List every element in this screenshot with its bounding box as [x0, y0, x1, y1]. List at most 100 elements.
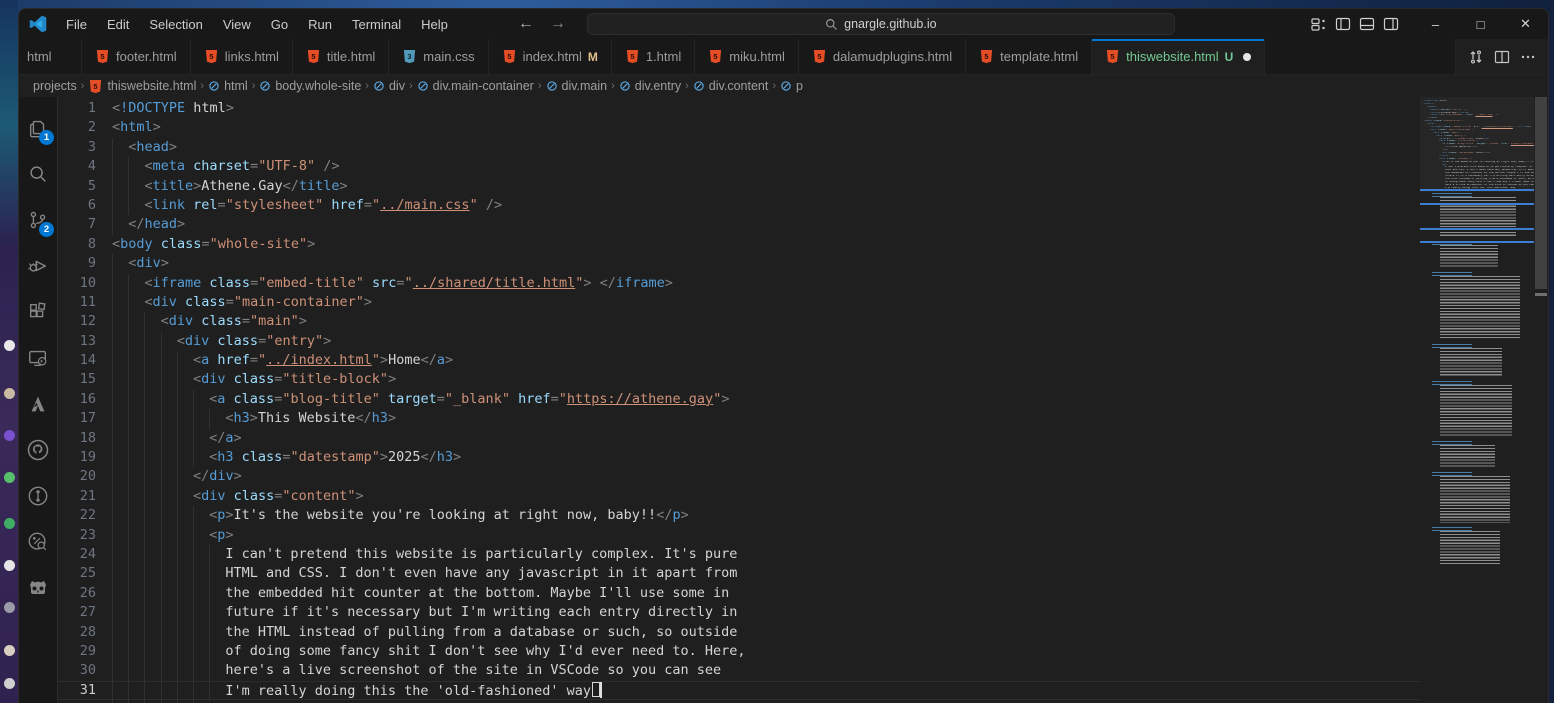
nav-forward-button[interactable]: → — [545, 15, 571, 33]
nav-back-button[interactable]: ← — [513, 15, 539, 33]
activity-extensions-icon[interactable] — [19, 289, 57, 335]
code-line-16[interactable]: 16<a class="blog-title" target="_blank" … — [58, 390, 1420, 409]
tab-title-html[interactable]: 5title.html — [293, 39, 389, 74]
code-line-28[interactable]: 28the HTML instead of pulling from a dat… — [58, 623, 1420, 642]
code-line-26[interactable]: 26the embedded hit counter at the bottom… — [58, 584, 1420, 603]
tab-template-html[interactable]: 5template.html — [966, 39, 1092, 74]
minimap-viewport[interactable] — [1420, 97, 1534, 192]
code-line-15[interactable]: 15<div class="title-block"> — [58, 370, 1420, 389]
breadcrumb-symbol-html[interactable]: html — [208, 79, 248, 93]
command-center-search[interactable]: gnargle.github.io — [587, 13, 1175, 35]
activity-azure-icon[interactable] — [19, 381, 57, 427]
menu-edit[interactable]: Edit — [98, 13, 138, 36]
tab-html[interactable]: html — [19, 39, 82, 74]
menu-terminal[interactable]: Terminal — [343, 13, 410, 36]
code-line-6[interactable]: 6<link rel="stylesheet" href="../main.cs… — [58, 196, 1420, 215]
open-changes-icon[interactable] — [1468, 49, 1484, 65]
tab-thiswebsite-html[interactable]: 5thiswebsite.htmlU — [1092, 39, 1265, 74]
code-line-24[interactable]: 24I can't pretend this website is partic… — [58, 545, 1420, 564]
code-line-23[interactable]: 23<p> — [58, 526, 1420, 545]
code-line-25[interactable]: 25HTML and CSS. I don't even have any ja… — [58, 564, 1420, 583]
code-line-29[interactable]: 29of doing some fancy shit I don't see w… — [58, 642, 1420, 661]
toggle-secondary-sidebar-icon[interactable] — [1383, 16, 1399, 32]
breadcrumb-file[interactable]: 5thiswebsite.html — [88, 79, 196, 94]
code-line-10[interactable]: 10<iframe class="embed-title" src="../sh… — [58, 274, 1420, 293]
activity-source-control-icon[interactable]: 2 — [19, 197, 57, 243]
menu-file[interactable]: File — [57, 13, 96, 36]
code-line-4[interactable]: 4<meta charset="UTF-8" /> — [58, 157, 1420, 176]
split-editor-icon[interactable] — [1494, 49, 1510, 65]
breadcrumb-separator: › — [251, 80, 257, 92]
breadcrumb-symbol-div-main-container[interactable]: div.main-container — [417, 79, 534, 93]
svg-text:5: 5 — [94, 81, 98, 90]
scrollbar-thumb[interactable] — [1535, 97, 1547, 289]
activity-remote-explorer-icon[interactable] — [19, 335, 57, 381]
code-line-5[interactable]: 5<title>Athene.Gay</title> — [58, 177, 1420, 196]
vscode-logo-icon — [29, 15, 47, 33]
code-line-18[interactable]: 18</a> — [58, 429, 1420, 448]
code-line-11[interactable]: 11<div class="main-container"> — [58, 293, 1420, 312]
menu-help[interactable]: Help — [412, 13, 457, 36]
customize-layout-icon[interactable] — [1311, 16, 1327, 32]
menu-go[interactable]: Go — [262, 13, 297, 36]
toggle-primary-sidebar-icon[interactable] — [1335, 16, 1351, 32]
code-line-3[interactable]: 3<head> — [58, 138, 1420, 157]
breadcrumb-symbol-div[interactable]: div — [373, 79, 405, 93]
menu-selection[interactable]: Selection — [140, 13, 211, 36]
code-line-22[interactable]: 22<p>It's the website you're looking at … — [58, 506, 1420, 525]
toggle-panel-icon[interactable] — [1359, 16, 1375, 32]
activity-github-icon[interactable] — [19, 427, 57, 473]
activity-gitlens-icon[interactable] — [19, 473, 57, 519]
tab-main-css[interactable]: 3main.css — [389, 39, 488, 74]
code-editor[interactable]: 1<!DOCTYPE html>2<html>3<head>4<meta cha… — [58, 97, 1420, 703]
menu-view[interactable]: View — [214, 13, 260, 36]
breadcrumb-symbol-div-main[interactable]: div.main — [546, 79, 608, 93]
code-line-19[interactable]: 19<h3 class="datestamp">2025</h3> — [58, 448, 1420, 467]
breadcrumb-symbol-p[interactable]: p — [780, 79, 803, 93]
svg-text:5: 5 — [100, 52, 104, 61]
unsaved-dot-icon[interactable] — [1243, 53, 1251, 61]
code-line-1[interactable]: 1<!DOCTYPE html> — [58, 99, 1420, 118]
tab-links-html[interactable]: 5links.html — [191, 39, 293, 74]
breadcrumb-symbol-body-whole-site[interactable]: body.whole-site — [259, 79, 361, 93]
maximize-button[interactable]: □ — [1458, 9, 1503, 39]
tab-index-html[interactable]: 5index.htmlM — [489, 39, 612, 74]
code-line-9[interactable]: 9<div> — [58, 254, 1420, 273]
code-line-13[interactable]: 13<div class="entry"> — [58, 332, 1420, 351]
breadcrumb-separator: › — [408, 80, 414, 92]
tab-footer-html[interactable]: 5footer.html — [82, 39, 191, 74]
code-line-20[interactable]: 20</div> — [58, 467, 1420, 486]
code-line-2[interactable]: 2<html> — [58, 118, 1420, 137]
activity-search-icon[interactable] — [19, 151, 57, 197]
code-line-21[interactable]: 21<div class="content"> — [58, 487, 1420, 506]
code-line-12[interactable]: 12<div class="main"> — [58, 312, 1420, 331]
activity-godot-tools-icon[interactable] — [19, 565, 57, 611]
menu-run[interactable]: Run — [299, 13, 341, 36]
close-button[interactable]: ✕ — [1503, 9, 1548, 39]
code-line-7[interactable]: 7</head> — [58, 215, 1420, 234]
activity-gitlens-inspect-icon[interactable] — [19, 519, 57, 565]
vertical-scrollbar[interactable] — [1534, 97, 1548, 703]
html-file-icon: 5 — [708, 49, 723, 64]
tab-1-html[interactable]: 51.html — [612, 39, 695, 74]
code-line-30[interactable]: 30here's a live screenshot of the site i… — [58, 661, 1420, 680]
code-line-8[interactable]: 8<body class="whole-site"> — [58, 235, 1420, 254]
minimize-button[interactable]: – — [1413, 9, 1458, 39]
breadcrumb-folder[interactable]: projects — [33, 79, 77, 93]
activity-explorer-icon[interactable]: 1 — [19, 105, 57, 151]
tab-miku-html[interactable]: 5miku.html — [695, 39, 799, 74]
minimap[interactable]: <!DOCTYPE html><html><head><meta charset… — [1420, 97, 1534, 703]
tab-dalamudplugins-html[interactable]: 5dalamudplugins.html — [799, 39, 966, 74]
breadcrumb-symbol-div-entry[interactable]: div.entry — [619, 79, 681, 93]
tab-label: index.html — [523, 49, 582, 64]
code-line-31[interactable]: 31I'm really doing this the 'old-fashion… — [58, 681, 1420, 700]
more-actions-icon[interactable] — [1520, 49, 1536, 65]
line-content: <div class="main-container"> — [112, 293, 372, 312]
breadcrumb-symbol-div-content[interactable]: div.content — [693, 79, 769, 93]
code-line-17[interactable]: 17<h3>This Website</h3> — [58, 409, 1420, 428]
line-number: 9 — [58, 254, 112, 273]
code-line-27[interactable]: 27future if it's necessary but I'm writi… — [58, 603, 1420, 622]
code-line-14[interactable]: 14<a href="../index.html">Home</a> — [58, 351, 1420, 370]
line-content: <div class="title-block"> — [112, 370, 396, 389]
activity-run-and-debug-icon[interactable] — [19, 243, 57, 289]
